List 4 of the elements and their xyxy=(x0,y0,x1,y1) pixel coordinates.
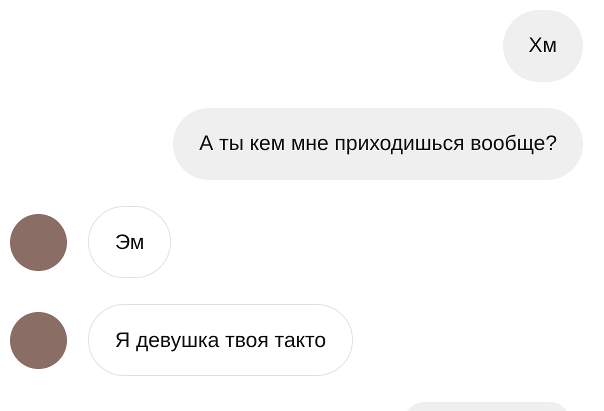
message-bubble: Я девушка твоя такто xyxy=(88,304,354,376)
message-bubble: А ты кем мне приходишься вообще? xyxy=(173,108,583,180)
message-bubble: Эм xyxy=(88,206,172,278)
message-bubble: Хм xyxy=(502,10,583,82)
